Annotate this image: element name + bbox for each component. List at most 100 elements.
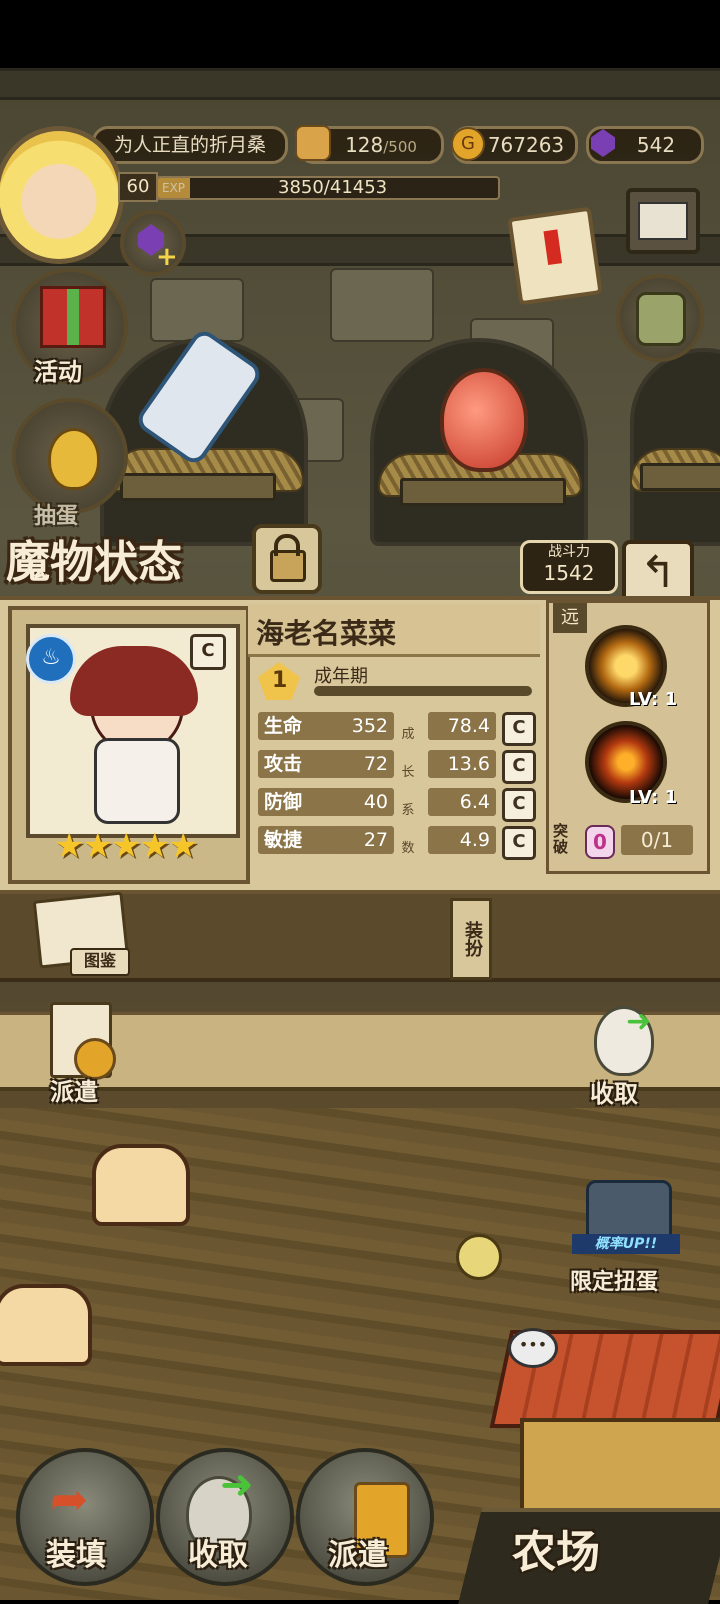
skill-level: LV: 1 xyxy=(629,689,678,710)
gacha-button[interactable] xyxy=(12,398,128,514)
limited-gacha-button[interactable]: 概率UP!! xyxy=(556,1176,692,1266)
stage-progress-bar xyxy=(314,686,532,696)
breakthrough-progress: 0/1 xyxy=(621,825,693,855)
stage-label: 成年期 xyxy=(314,666,368,687)
growth-label-char: 成 xyxy=(401,727,415,742)
breakthrough-label: 突破 xyxy=(553,822,569,856)
chick-monster[interactable] xyxy=(456,1234,502,1280)
player-level: 60 xyxy=(126,176,150,197)
monster-name: 海老名菜菜 xyxy=(256,617,397,650)
power-label: 战斗力 xyxy=(548,544,590,560)
add-gem-button[interactable]: + xyxy=(120,210,186,276)
ceiling-beam xyxy=(0,68,720,100)
star-icon: ★ xyxy=(167,826,199,866)
envelope-icon xyxy=(638,202,688,240)
exp-text: 3850/41453 xyxy=(278,177,388,198)
growth-value: 4.9 xyxy=(428,826,496,854)
stage-number: 1 xyxy=(272,668,288,693)
curved-arrow-icon: ➦ xyxy=(50,1472,89,1526)
collect-label: 收取 xyxy=(590,1080,638,1108)
star-icon: ★ xyxy=(54,826,85,866)
exclamation-icon xyxy=(543,229,563,266)
skill-level: LV: 1 xyxy=(629,787,678,808)
star-rating: ★★★★★ xyxy=(54,826,224,866)
pudding-monster[interactable] xyxy=(92,1144,190,1226)
strawberry-egg-icon xyxy=(440,368,528,472)
return-arrow-icon: ↰ xyxy=(639,547,677,598)
gem-display[interactable]: 542 xyxy=(586,126,704,164)
dress-up-tab[interactable]: 装扮 xyxy=(450,898,492,980)
stat-value: 27 xyxy=(326,826,394,854)
star-icon: ★ xyxy=(110,826,142,866)
growth-label-char: 数 xyxy=(401,841,415,856)
stamina-max: /500 xyxy=(383,138,417,156)
growth-coefficient-label: 成 长 系 数 xyxy=(400,716,416,868)
power-value: 1542 xyxy=(543,561,595,585)
player-name: 为人正直的折月桑 xyxy=(113,134,266,156)
stamina-display[interactable]: 128/500 xyxy=(295,125,444,164)
encyclopedia-button[interactable]: 图鉴 xyxy=(30,891,130,976)
scroll-icon xyxy=(507,206,603,306)
stamina-value: 128 xyxy=(345,133,384,157)
stat-value: 352 xyxy=(326,712,394,740)
quest-scroll-button[interactable] xyxy=(505,204,603,306)
growth-label-char: 长 xyxy=(401,765,415,780)
growth-label-char: 系 xyxy=(401,803,415,818)
backpack-icon xyxy=(636,292,686,346)
growth-value: 13.6 xyxy=(428,750,496,778)
green-arrow-icon: ➜ xyxy=(220,1462,254,1508)
exp-bar: EXP 3850/41453 xyxy=(156,176,500,200)
backpack-button[interactable] xyxy=(616,274,704,362)
panel-title-plate: 魔物状态 xyxy=(6,526,240,588)
farm-label: 农场 xyxy=(512,1527,600,1578)
mail-button[interactable] xyxy=(626,188,700,254)
panel-title: 魔物状态 xyxy=(6,537,182,588)
growth-value: 6.4 xyxy=(428,788,496,816)
monster-status-panel: ♨ C ★★★★★ 海老名菜菜 1 成年期 生命 352 78.4 C 攻击 7… xyxy=(0,596,720,894)
bread-icon xyxy=(295,125,331,161)
purple-gem-icon xyxy=(591,129,615,157)
player-level-badge: 60 xyxy=(118,172,158,202)
breakthrough-count: 0 xyxy=(585,825,615,859)
nest-alcove xyxy=(630,348,720,546)
gem-value: 542 xyxy=(636,133,676,157)
nest-plate xyxy=(400,478,566,506)
limited-gacha-label: 限定扭蛋 xyxy=(570,1270,659,1295)
load-label: 装填 xyxy=(46,1538,106,1573)
power-badge: 战斗力 1542 xyxy=(520,540,618,594)
collect-button[interactable]: ➜ xyxy=(582,1000,666,1084)
plus-icon: + xyxy=(156,242,178,272)
padlock-shackle xyxy=(274,534,300,556)
pudding-monster[interactable] xyxy=(0,1284,92,1366)
lock-button[interactable] xyxy=(252,524,322,594)
monster-hair xyxy=(70,646,198,716)
growth-grade: C xyxy=(502,788,536,822)
dispatch-label: 派遣 xyxy=(50,1078,98,1106)
exp-label: EXP xyxy=(162,181,186,195)
star-icon: ★ xyxy=(82,826,113,866)
player-avatar[interactable] xyxy=(0,126,124,264)
green-arrow-icon: ➜ xyxy=(626,1004,652,1039)
stage-badge: 1 xyxy=(258,662,300,700)
activity-label: 活动 xyxy=(34,358,82,386)
rate-up-banner: 概率UP!! xyxy=(572,1234,680,1254)
golden-egg-icon xyxy=(48,428,100,490)
stat-value: 40 xyxy=(326,788,394,816)
gold-coin-icon: G xyxy=(451,127,485,161)
monster-body xyxy=(94,738,180,824)
growth-grade: C xyxy=(502,826,536,860)
nest-plate xyxy=(120,473,276,501)
stat-name: 防御 xyxy=(258,788,330,816)
skills-column: 远 LV: 1 LV: 1 突破 0 0/1 xyxy=(546,600,710,874)
bottom-dispatch-label: 派遣 xyxy=(328,1538,388,1573)
player-name-plate: 为人正直的折月桑 xyxy=(92,126,288,164)
monster-card: ♨ C ★★★★★ xyxy=(8,606,250,884)
growth-grade: C xyxy=(502,712,536,746)
gold-display[interactable]: G 767263 xyxy=(451,126,578,164)
stat-name: 生命 xyxy=(258,712,330,740)
stat-value: 72 xyxy=(326,750,394,778)
range-tag: 远 xyxy=(553,603,587,633)
monster-name-plate: 海老名菜菜 xyxy=(248,604,540,657)
star-icon: ★ xyxy=(139,826,170,866)
rarity-grade-badge: C xyxy=(190,634,226,670)
